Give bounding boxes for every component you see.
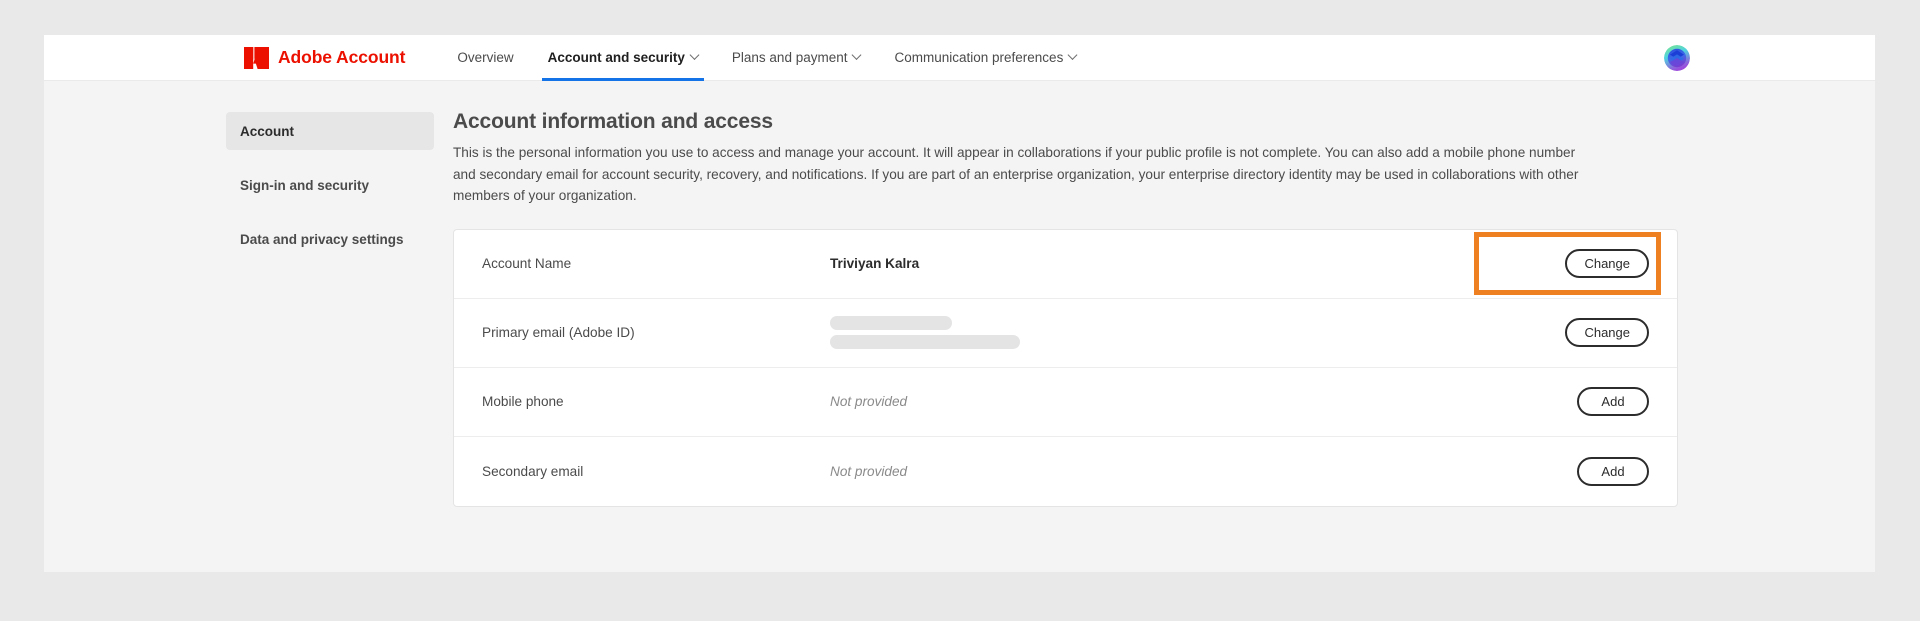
add-mobile-phone-button[interactable]: Add	[1577, 387, 1649, 416]
secondary-sidebar: Account Sign-in and security Data and pr…	[226, 110, 434, 507]
row-label: Secondary email	[482, 463, 584, 479]
redaction-bar	[830, 316, 952, 330]
redacted-email-placeholder	[830, 316, 1499, 349]
chevron-down-icon	[1067, 50, 1078, 60]
sidebar-item-account[interactable]: Account	[226, 112, 434, 150]
row-action: Add	[1499, 387, 1649, 416]
account-information-table: Account Name Triviyan Kalra Change Prima…	[453, 228, 1678, 507]
nav-item-label: Communication preferences	[894, 50, 1064, 65]
nav-item-label: Overview	[457, 50, 514, 65]
sidebar-item-sign-in-and-security[interactable]: Sign-in and security	[226, 166, 434, 204]
row-action: Change	[1474, 232, 1661, 295]
content-area: Account Sign-in and security Data and pr…	[44, 81, 1875, 507]
sidebar-item-data-and-privacy-settings[interactable]: Data and privacy settings	[226, 220, 434, 258]
page-frame: Adobe Account Overview Account and secur…	[44, 35, 1875, 572]
row-value-account-name: Triviyan Kalra	[830, 256, 920, 271]
change-primary-email-button[interactable]: Change	[1565, 318, 1649, 347]
page-description: This is the personal information you use…	[453, 145, 1579, 203]
top-navigation-bar: Adobe Account Overview Account and secur…	[44, 35, 1875, 81]
nav-item-label: Account and security	[547, 50, 685, 65]
main-panel: Account information and access This is t…	[434, 110, 1875, 507]
nav-item-account-and-security[interactable]: Account and security	[531, 35, 715, 81]
row-action: Change	[1499, 318, 1649, 347]
table-row: Secondary email Not provided Add	[454, 437, 1677, 506]
chevron-down-icon	[852, 50, 862, 60]
table-row: Primary email (Adobe ID) Change	[454, 299, 1677, 368]
change-account-name-button[interactable]: Change	[1565, 249, 1649, 278]
nav-item-overview[interactable]: Overview	[440, 35, 530, 81]
table-row: Mobile phone Not provided Add	[454, 368, 1677, 437]
row-label: Mobile phone	[482, 394, 564, 409]
add-secondary-email-button[interactable]: Add	[1577, 456, 1649, 486]
brand-title: Adobe Account	[278, 47, 406, 67]
adobe-a-logo-icon	[244, 46, 269, 69]
row-value-primary-email	[830, 316, 1499, 349]
primary-nav: Overview Account and security Plans and …	[440, 35, 1093, 81]
page-title: Account information and access	[453, 110, 773, 133]
row-value-secondary-email: Not provided	[830, 463, 908, 479]
adobe-account-brand[interactable]: Adobe Account	[244, 46, 406, 69]
row-action: Add	[1499, 456, 1649, 486]
sidebar-item-label: Sign-in and security	[240, 177, 370, 193]
redaction-bar	[830, 335, 1020, 349]
row-label: Account Name	[482, 256, 572, 271]
table-row: Account Name Triviyan Kalra Change	[454, 230, 1677, 299]
row-value-mobile-phone: Not provided	[830, 394, 908, 409]
user-avatar-icon	[1664, 44, 1690, 71]
nav-item-communication-preferences[interactable]: Communication preferences	[877, 35, 1093, 81]
avatar[interactable]	[1664, 44, 1690, 71]
nav-item-label: Plans and payment	[731, 50, 848, 65]
sidebar-item-label: Data and privacy settings	[240, 231, 404, 247]
row-label: Primary email (Adobe ID)	[482, 325, 635, 340]
nav-item-plans-and-payment[interactable]: Plans and payment	[715, 35, 878, 81]
sidebar-item-label: Account	[240, 123, 294, 139]
chevron-down-icon	[689, 50, 700, 60]
